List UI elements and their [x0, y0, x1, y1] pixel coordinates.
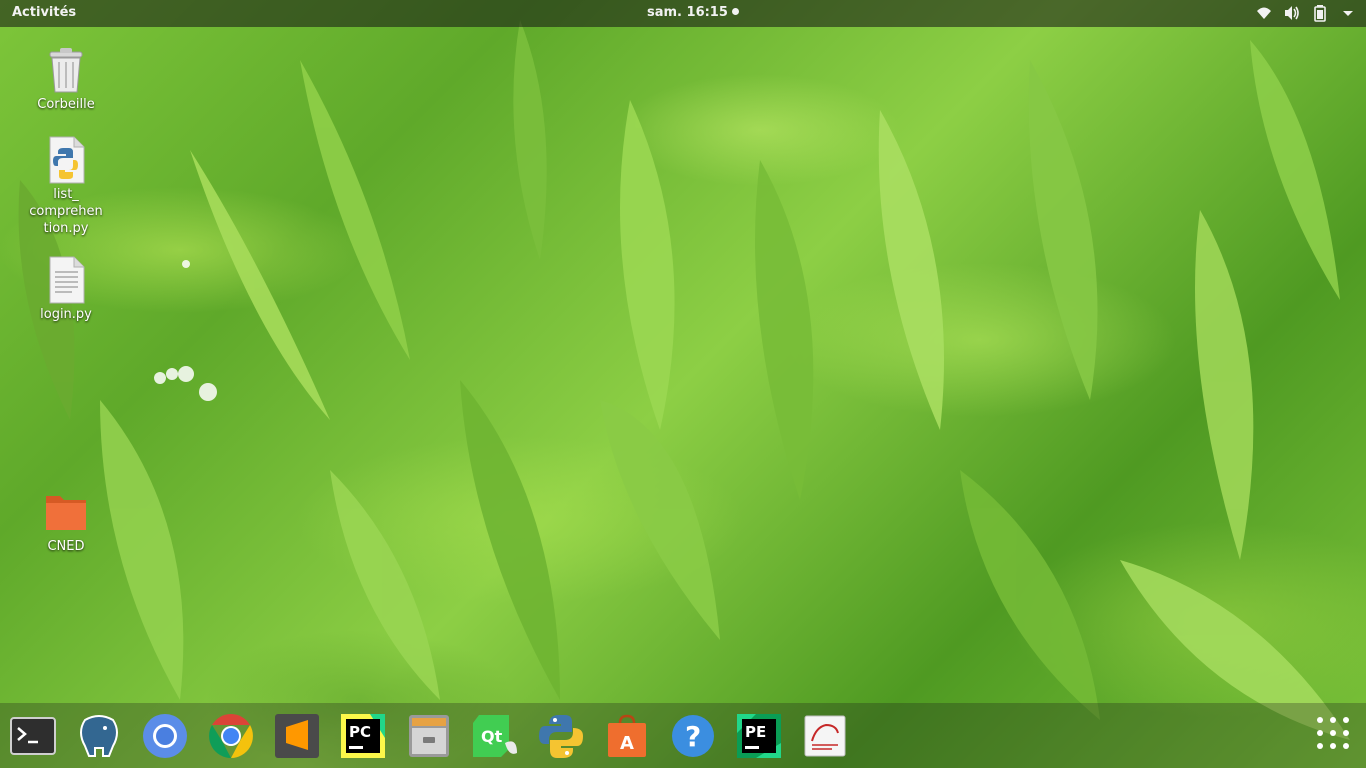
desktop-icon-label: CNED: [47, 539, 85, 554]
trash-icon: [44, 46, 88, 94]
document-viewer-icon: [804, 715, 846, 757]
dock: PC Qt A ? PE: [0, 703, 1366, 768]
folder-icon: [44, 488, 88, 536]
svg-text:PE: PE: [745, 723, 766, 741]
desktop-wallpaper: [0, 0, 1366, 768]
dock-app-terminal[interactable]: [8, 711, 58, 761]
text-file-icon: [44, 256, 88, 304]
python-file-icon: [44, 136, 88, 184]
pycharm-icon: PC: [341, 714, 385, 758]
chromium-icon: [143, 714, 187, 758]
pycharm-edu-icon: PE: [737, 714, 781, 758]
dock-app-ubuntu-software[interactable]: A: [602, 711, 652, 761]
dock-app-document-viewer[interactable]: [800, 711, 850, 761]
dock-app-pgadmin[interactable]: [74, 711, 124, 761]
battery-icon[interactable]: [1312, 4, 1328, 22]
svg-text:Qt: Qt: [481, 727, 503, 746]
software-center-icon: A: [608, 714, 646, 757]
desktop-icon-list-comprehension-py[interactable]: list_ comprehen tion.py: [21, 136, 111, 237]
dock-app-files[interactable]: [404, 711, 454, 761]
dock-app-chrome[interactable]: [206, 711, 256, 761]
desktop-icon-login-py[interactable]: login.py: [21, 256, 111, 323]
activities-button[interactable]: Activités: [12, 5, 76, 20]
dock-app-sublime-text[interactable]: [272, 711, 322, 761]
wifi-icon[interactable]: [1256, 4, 1272, 22]
desktop-icon-cned-folder[interactable]: CNED: [21, 488, 111, 555]
python-icon: [539, 715, 583, 758]
desktop-icon-label: list_ comprehen tion.py: [29, 187, 103, 236]
desktop-icon-trash[interactable]: Corbeille: [21, 46, 111, 113]
file-cabinet-icon: [409, 715, 449, 757]
chrome-icon: [209, 714, 253, 758]
pycharm-label: PC: [349, 723, 371, 741]
desktop-icon-label: login.py: [40, 307, 92, 322]
dock-app-pycharm-edu[interactable]: PE: [734, 711, 784, 761]
svg-text:A: A: [620, 733, 634, 754]
dock-app-chromium[interactable]: [140, 711, 190, 761]
qt-icon: Qt: [473, 715, 517, 757]
dock-app-pycharm[interactable]: PC: [338, 711, 388, 761]
postgresql-elephant-icon: [80, 715, 118, 757]
app-grid-icon: [1317, 717, 1349, 749]
system-menu-arrow-icon[interactable]: [1340, 4, 1356, 22]
system-tray[interactable]: [1256, 4, 1356, 22]
clock-text: sam. 16:15: [647, 5, 728, 20]
desktop-icon-label: Corbeille: [37, 97, 95, 112]
volume-icon[interactable]: [1284, 4, 1300, 22]
dock-app-qt-creator[interactable]: Qt: [470, 711, 520, 761]
terminal-icon: [10, 717, 56, 755]
help-icon: ?: [672, 715, 714, 757]
dock-app-help[interactable]: ?: [668, 711, 718, 761]
clock-button[interactable]: sam. 16:15: [647, 5, 739, 20]
sublime-text-icon: [275, 714, 319, 758]
notification-dot-icon: [731, 8, 739, 15]
dock-app-python[interactable]: [536, 711, 586, 761]
top-panel: Activités sam. 16:15: [0, 0, 1366, 27]
svg-text:?: ?: [685, 720, 701, 753]
show-applications-button[interactable]: [1310, 710, 1356, 756]
